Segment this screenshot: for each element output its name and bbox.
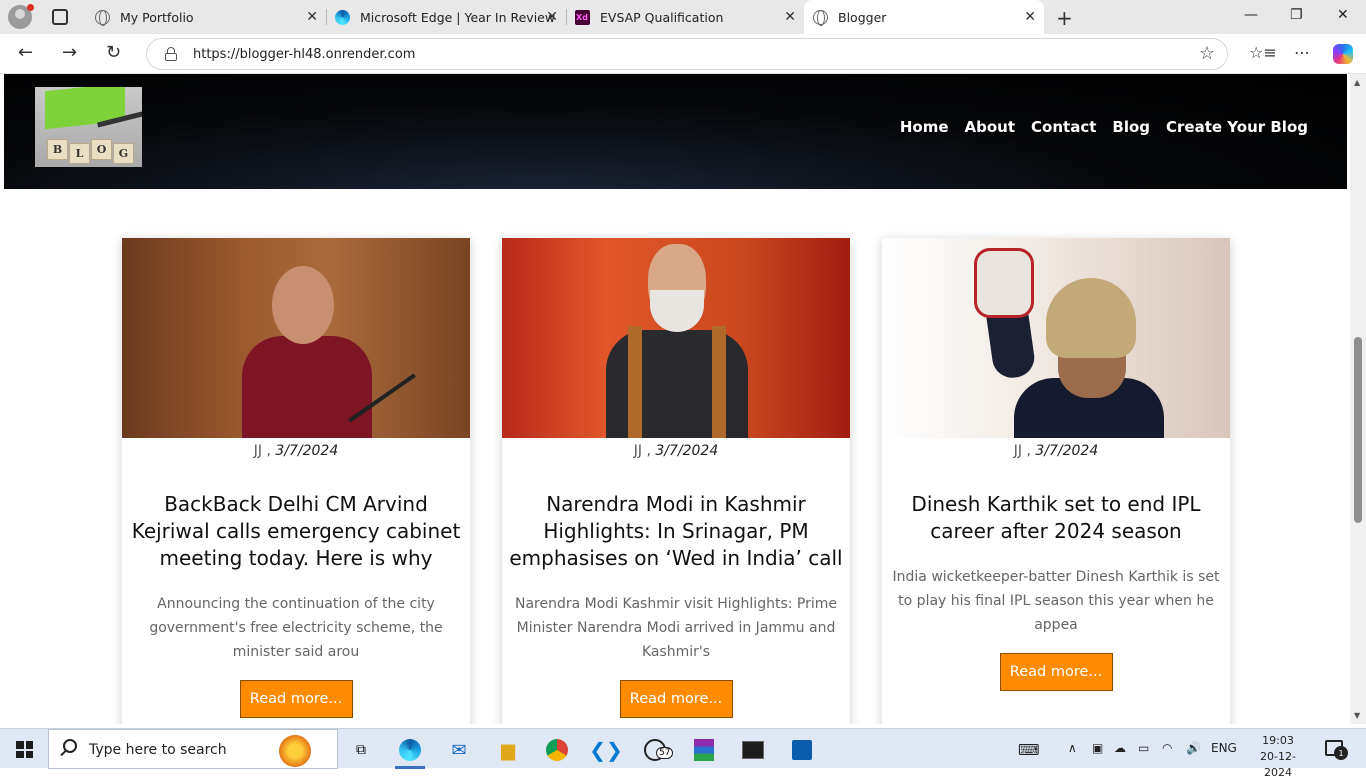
copilot-icon[interactable] xyxy=(1333,44,1353,64)
chrome-icon[interactable] xyxy=(544,737,570,763)
close-icon[interactable]: ✕ xyxy=(546,9,558,25)
post-author: JJ xyxy=(253,443,262,459)
language-indicator[interactable]: ENG xyxy=(1211,741,1237,755)
close-icon[interactable]: ✕ xyxy=(784,9,796,25)
windows-start-icon[interactable] xyxy=(16,741,33,758)
profile-avatar-icon[interactable] xyxy=(8,4,34,29)
edge-taskbar-icon[interactable] xyxy=(397,737,423,763)
winrar-icon[interactable] xyxy=(691,737,717,763)
battery-icon[interactable]: ▭ xyxy=(1138,741,1149,755)
favorite-star-icon[interactable]: ☆ xyxy=(1199,43,1215,64)
more-options-icon[interactable]: ⋯ xyxy=(1294,43,1310,62)
wifi-icon[interactable]: ◠ xyxy=(1162,741,1172,755)
read-more-button[interactable]: Read more... xyxy=(999,653,1113,691)
browser-tab-strip: My Portfolio ✕ Microsoft Edge | Year In … xyxy=(0,0,1366,34)
restore-icon[interactable]: ❐ xyxy=(1290,7,1303,23)
tab-title: Blogger xyxy=(838,9,887,25)
post-date: 3/7/2024 xyxy=(1035,443,1099,459)
whatsapp-icon[interactable]: 57 xyxy=(642,737,674,763)
post-excerpt: Narendra Modi Kashmir visit Highlights: … xyxy=(515,596,837,660)
post-image xyxy=(882,238,1230,438)
scroll-up-icon[interactable]: ▲ xyxy=(1354,78,1360,87)
forward-icon[interactable]: → xyxy=(62,42,77,63)
windows-taskbar: Type here to search ⧉ ✉ ▆ ❮❯ 57 ⌨ ∧ ▣ ☁ … xyxy=(0,728,1366,779)
meta-separator: , xyxy=(1022,443,1036,459)
xd-icon: Xd xyxy=(574,9,590,25)
usb-icon[interactable]: ▣ xyxy=(1092,741,1103,755)
clock-time: 19:03 xyxy=(1262,734,1294,747)
tab-title: Microsoft Edge | Year In Review xyxy=(360,9,556,25)
post-title: Narendra Modi in Kashmir Highlights: In … xyxy=(509,492,843,570)
scroll-down-icon[interactable]: ▼ xyxy=(1354,711,1360,720)
search-placeholder: Type here to search xyxy=(89,742,227,758)
meta-separator: , xyxy=(262,443,276,459)
notification-center-icon[interactable]: 1 xyxy=(1325,740,1348,760)
browser-toolbar: ← → ↻ https://blogger-hl48.onrender.com … xyxy=(0,34,1366,74)
tab-title: My Portfolio xyxy=(120,9,194,25)
post-meta: JJ , 3/7/2024 xyxy=(122,443,470,459)
edge-icon xyxy=(334,9,350,25)
post-title: Dinesh Karthik set to end IPL career aft… xyxy=(911,492,1201,543)
minimize-icon[interactable]: — xyxy=(1244,7,1258,23)
post-image xyxy=(502,238,850,438)
task-view-icon[interactable]: ⧉ xyxy=(348,737,374,763)
site-info-icon[interactable] xyxy=(165,47,177,61)
url-text[interactable]: https://blogger-hl48.onrender.com xyxy=(193,47,415,62)
blog-post-list: JJ , 3/7/2024 BackBack Delhi CM Arvind K… xyxy=(0,74,1350,724)
file-explorer-icon[interactable]: ▆ xyxy=(495,737,521,763)
search-icon xyxy=(63,739,77,753)
whatsapp-badge: 57 xyxy=(656,747,674,759)
blog-post-card: JJ , 3/7/2024 Dinesh Karthik set to end … xyxy=(882,238,1230,724)
blog-post-card: JJ , 3/7/2024 BackBack Delhi CM Arvind K… xyxy=(122,238,470,724)
search-highlight-image xyxy=(265,733,331,767)
scrollbar-thumb[interactable] xyxy=(1354,337,1362,523)
blog-post-card: JJ , 3/7/2024 Narendra Modi in Kashmir H… xyxy=(502,238,850,724)
post-image xyxy=(122,238,470,438)
onedrive-icon[interactable]: ☁ xyxy=(1114,741,1126,755)
terminal-icon[interactable] xyxy=(740,737,766,763)
read-more-button[interactable]: Read more... xyxy=(239,680,353,718)
new-tab-icon[interactable]: + xyxy=(1056,6,1073,30)
refresh-icon[interactable]: ↻ xyxy=(106,42,121,63)
close-icon[interactable]: ✕ xyxy=(1024,9,1036,25)
tab-actions-icon[interactable] xyxy=(52,9,68,25)
close-icon[interactable]: ✕ xyxy=(306,9,318,25)
post-author: JJ xyxy=(633,443,642,459)
tab-edge-year-in-review[interactable]: Microsoft Edge | Year In Review ✕ xyxy=(326,0,566,34)
close-window-icon[interactable]: ✕ xyxy=(1337,7,1349,23)
post-excerpt: Announcing the continuation of the city … xyxy=(149,596,443,660)
mail-icon[interactable]: ✉ xyxy=(446,737,472,763)
clock-date: 20-12-2024 xyxy=(1260,750,1296,779)
globe-icon xyxy=(812,9,828,26)
post-title: BackBack Delhi CM Arvind Kejriwal calls … xyxy=(131,492,461,570)
globe-icon xyxy=(94,9,110,26)
tab-my-portfolio[interactable]: My Portfolio ✕ xyxy=(86,0,326,34)
read-more-button[interactable]: Read more... xyxy=(619,680,733,718)
store-icon[interactable] xyxy=(789,737,815,763)
show-hidden-icons-icon[interactable]: ∧ xyxy=(1068,741,1077,755)
post-date: 3/7/2024 xyxy=(655,443,719,459)
taskbar-search-box[interactable]: Type here to search xyxy=(48,729,338,769)
favorites-icon[interactable]: ☆≡ xyxy=(1249,43,1277,62)
tab-blogger[interactable]: Blogger ✕ xyxy=(804,0,1044,34)
page-scrollbar[interactable]: ▲ ▼ xyxy=(1350,74,1366,724)
post-date: 3/7/2024 xyxy=(275,443,339,459)
post-author: JJ xyxy=(1013,443,1022,459)
notification-dot xyxy=(27,4,34,11)
tab-title: EVSAP Qualification xyxy=(600,9,724,25)
address-bar[interactable]: https://blogger-hl48.onrender.com ☆ xyxy=(146,38,1228,70)
system-clock[interactable]: 19:03 20-12-2024 xyxy=(1250,733,1306,781)
back-icon[interactable]: ← xyxy=(18,42,33,63)
post-meta: JJ , 3/7/2024 xyxy=(502,443,850,459)
page-viewport: B L O G Home About Contact Blog Create Y… xyxy=(0,74,1366,724)
meta-separator: , xyxy=(642,443,656,459)
tab-evsap-qualification[interactable]: Xd EVSAP Qualification ✕ xyxy=(566,0,804,34)
vscode-icon[interactable]: ❮❯ xyxy=(589,737,623,763)
notification-count: 1 xyxy=(1334,746,1348,760)
post-excerpt: India wicketkeeper-batter Dinesh Karthik… xyxy=(892,569,1220,633)
volume-icon[interactable]: 🔊 xyxy=(1186,741,1201,755)
post-meta: JJ , 3/7/2024 xyxy=(882,443,1230,459)
keyboard-icon[interactable]: ⌨ xyxy=(1018,741,1040,759)
